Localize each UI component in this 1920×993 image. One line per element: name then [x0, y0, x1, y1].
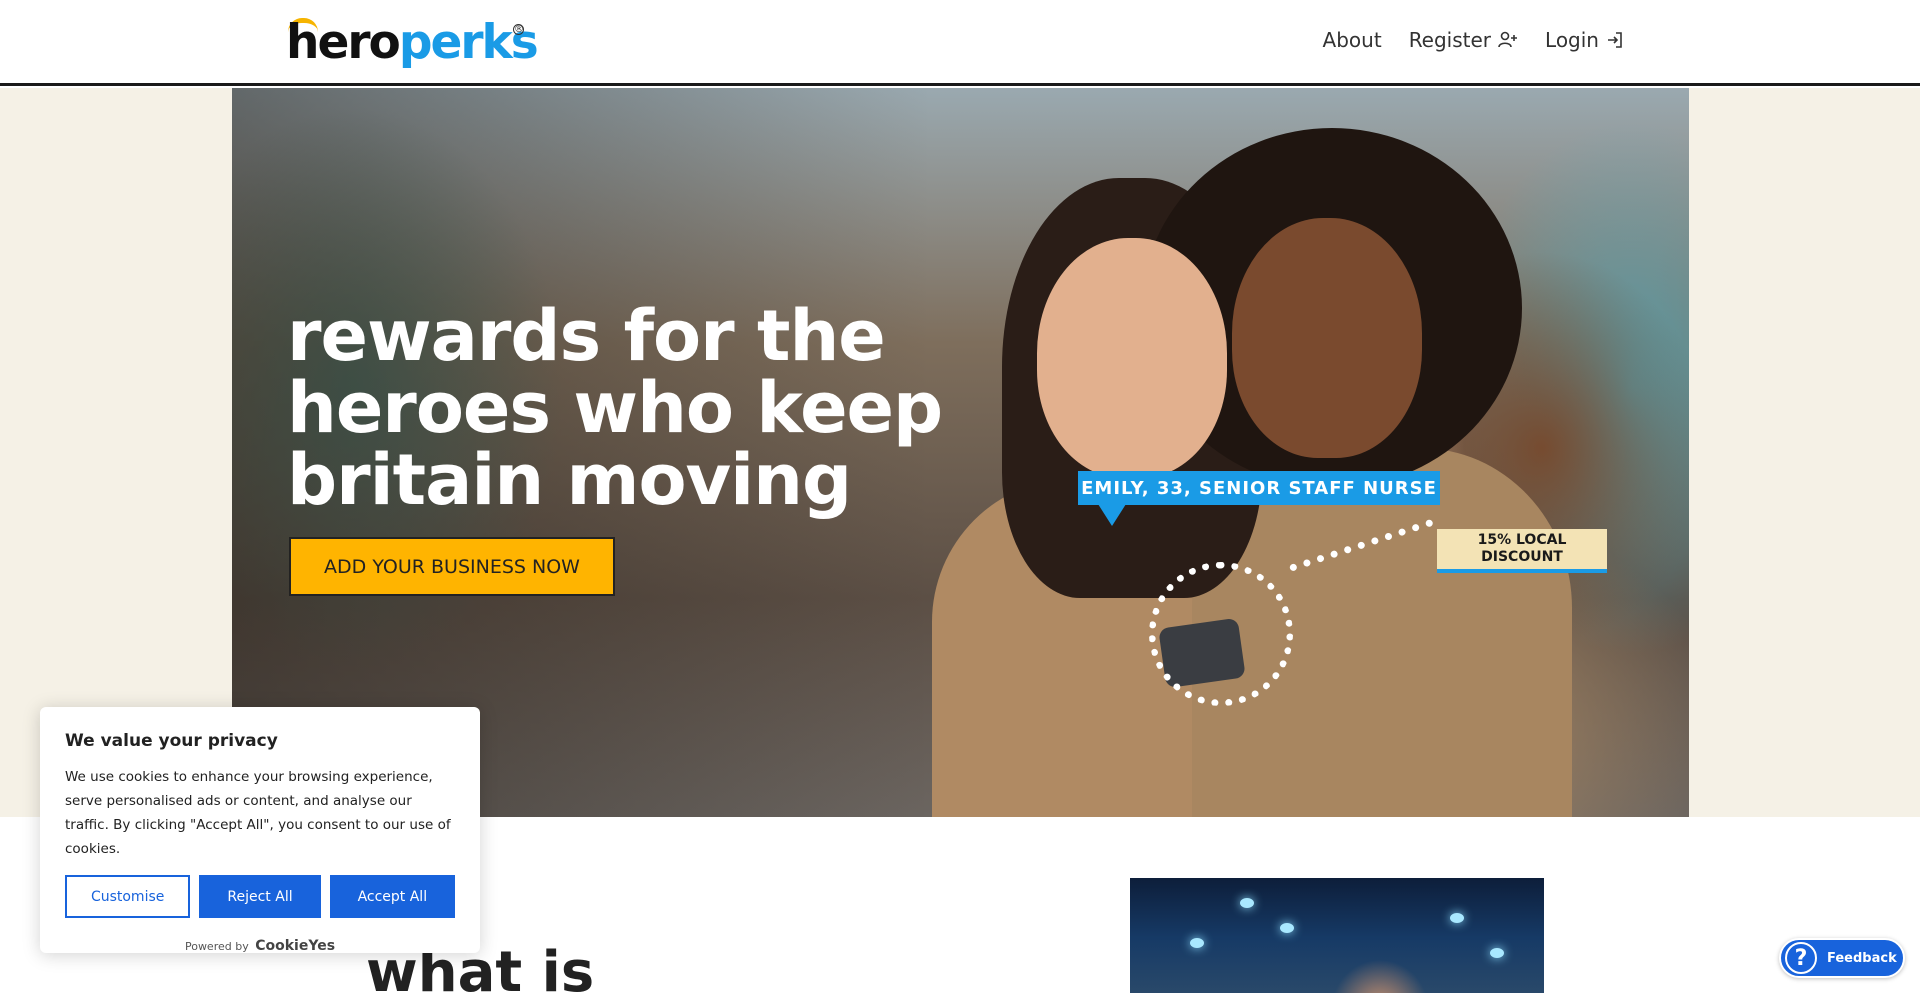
- registered-mark: ®: [513, 24, 524, 35]
- person-face: [1037, 238, 1227, 478]
- reject-all-button[interactable]: Reject All: [199, 875, 321, 918]
- cookie-title: We value your privacy: [65, 731, 278, 751]
- ceiling-light: [1190, 938, 1204, 948]
- tag-pointer: [1098, 504, 1126, 526]
- dotted-circle-highlight: [1149, 562, 1293, 706]
- feedback-button[interactable]: ? Feedback: [1779, 938, 1905, 978]
- feedback-label: Feedback: [1827, 950, 1897, 966]
- person-caption-tag: EMILY, 33, SENIOR STAFF NURSE: [1078, 471, 1440, 505]
- ceiling-light: [1240, 898, 1254, 908]
- nav-about-link[interactable]: About: [1323, 28, 1382, 52]
- ceiling-light: [1280, 923, 1294, 933]
- cookieyes-logo[interactable]: CookieYes: [255, 938, 335, 954]
- ceiling-light: [1450, 913, 1464, 923]
- cookie-consent-banner: We value your privacy We use cookies to …: [40, 707, 480, 954]
- powered-by: Powered by CookieYes: [184, 938, 336, 954]
- user-plus-icon: [1498, 31, 1518, 49]
- heroperks-logo[interactable]: heroperks ®: [286, 16, 539, 70]
- main-nav: About Register Login: [1296, 24, 1624, 56]
- hero-title: rewards for the heroes who keep britain …: [287, 295, 943, 521]
- person-face: [1232, 218, 1422, 458]
- nav-register-link[interactable]: Register: [1409, 28, 1518, 52]
- site-header: heroperks ® About Register Login: [0, 0, 1920, 86]
- add-business-button[interactable]: ADD YOUR BUSINESS NOW: [289, 537, 615, 596]
- cookie-buttons: Customise Reject All Accept All: [65, 875, 455, 918]
- accept-all-button[interactable]: Accept All: [329, 875, 455, 918]
- logo-wordmark: heroperks: [286, 15, 539, 70]
- section-image: [1130, 878, 1544, 993]
- ceiling-light: [1490, 948, 1504, 958]
- cookie-description: We use cookies to enhance your browsing …: [65, 769, 451, 857]
- discount-tag: 15% LOCAL DISCOUNT: [1437, 529, 1607, 573]
- customise-button[interactable]: Customise: [65, 875, 191, 918]
- nav-login-link[interactable]: Login: [1545, 28, 1624, 52]
- question-icon: ?: [1785, 942, 1817, 974]
- login-icon: [1606, 31, 1624, 49]
